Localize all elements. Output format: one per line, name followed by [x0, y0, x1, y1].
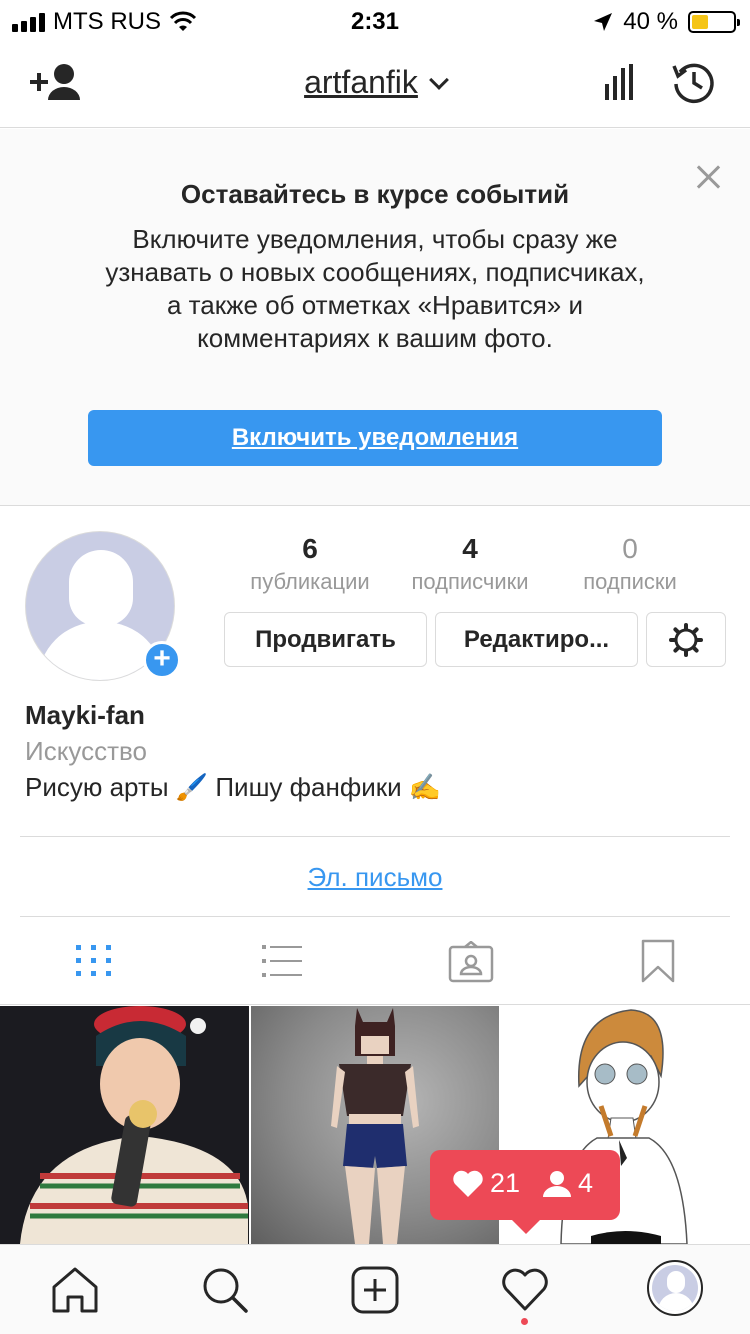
bottom-nav: [0, 1244, 750, 1334]
promote-button[interactable]: Продвигать: [224, 612, 427, 667]
battery-fill: [692, 15, 708, 29]
following-count: 0: [622, 533, 638, 564]
activity-popup[interactable]: 21 4: [430, 1150, 620, 1234]
nav-avatar-body: [658, 1293, 694, 1311]
stat-posts[interactable]: 6 публикации: [230, 533, 390, 595]
notifications-prompt: Оставайтесь в курсе событий Включите уве…: [0, 129, 750, 506]
battery-icon: [688, 11, 740, 33]
status-right: 40 %: [593, 8, 740, 36]
heart-icon: [453, 1170, 483, 1197]
status-bar: MTS RUS 2:31 40 %: [0, 0, 750, 40]
enable-notifications-button[interactable]: Включить уведомления: [88, 410, 662, 466]
settings-button[interactable]: [646, 612, 726, 667]
insights-icon[interactable]: [603, 62, 637, 102]
battery-percent: 40 %: [623, 8, 678, 35]
chevron-down-icon[interactable]: [429, 70, 449, 90]
stat-following[interactable]: 0 подписки: [550, 533, 710, 595]
archive-icon[interactable]: [672, 60, 716, 104]
avatar-silhouette-head: [69, 550, 133, 626]
activity-heart-icon[interactable]: [500, 1265, 550, 1315]
home-icon[interactable]: [50, 1265, 100, 1315]
account-switcher[interactable]: artfanfik: [0, 64, 750, 101]
username[interactable]: artfanfik: [304, 64, 418, 100]
edit-profile-button[interactable]: Редактиро...: [435, 612, 638, 667]
profile-stats: 6 публикации 4 подписчики 0 подписки: [230, 533, 710, 595]
divider: [20, 836, 730, 837]
grid-icon[interactable]: [74, 941, 114, 981]
add-story-icon[interactable]: +: [143, 641, 181, 679]
location-arrow-icon: [594, 13, 613, 31]
nav-avatar-image: [652, 1265, 698, 1311]
posts-label: публикации: [250, 569, 370, 594]
followers-indicator: 4: [542, 1168, 593, 1199]
notifications-body: Включите уведомления, чтобы сразу же узн…: [105, 224, 645, 353]
search-icon[interactable]: [200, 1265, 250, 1315]
tagged-icon[interactable]: [448, 941, 494, 983]
new-post-icon[interactable]: [350, 1265, 400, 1315]
person-icon: [543, 1170, 571, 1197]
email-contact-link[interactable]: Эл. письмо: [0, 862, 750, 893]
list-icon[interactable]: [262, 941, 302, 981]
profile-category: Искусство: [25, 736, 147, 766]
activity-notification-dot: [521, 1318, 528, 1325]
following-label: подписки: [583, 569, 677, 594]
profile-name: Mayki-fan: [25, 700, 145, 730]
profile-header: artfanfik: [0, 40, 750, 128]
post-thumbnail[interactable]: [0, 1006, 249, 1244]
stat-followers[interactable]: 4 подписчики: [390, 533, 550, 595]
followers-label: подписчики: [411, 569, 529, 594]
new-followers-count: 4: [578, 1168, 594, 1198]
profile-tabs: [0, 917, 750, 1005]
posts-count: 6: [302, 533, 318, 564]
nav-avatar-head: [667, 1271, 685, 1293]
followers-count: 4: [462, 533, 478, 564]
notifications-title: Оставайтесь в курсе событий: [180, 179, 570, 209]
gear-icon: [669, 623, 703, 657]
profile-bio: Рисую арты 🖌️ Пишу фанфики ✍️: [25, 772, 442, 802]
profile-avatar-icon[interactable]: [647, 1260, 703, 1316]
likes-count: 21: [490, 1168, 521, 1198]
post-photo-image: [0, 1006, 248, 1244]
saved-icon[interactable]: [641, 939, 675, 983]
likes-indicator: 21: [452, 1168, 520, 1199]
posts-grid: [0, 1006, 750, 1244]
